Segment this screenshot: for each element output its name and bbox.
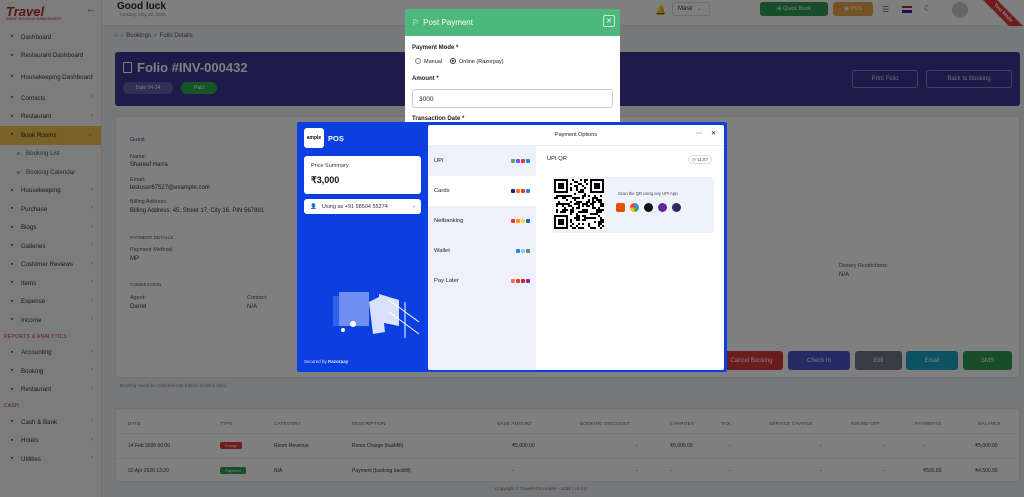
price-amount: ₹3,000 [311,175,340,185]
wallet-logos-icon [516,249,530,253]
secured-by-label: Secured by [304,359,327,364]
close-icon[interactable]: ✕ [711,130,716,137]
qr-timer: ◷ 11:57 [688,155,712,164]
upi-qr-title: UPI QR [547,156,567,162]
payment-options-panel: Payment Options ⋯ ✕ UPI Cards Netbanking… [428,125,724,370]
price-summary-card: Price Summary ₹3,000 [304,156,421,194]
method-upi[interactable]: UPI [428,146,536,176]
price-summary-label: Price Summary [311,163,349,169]
upi-qr-card: Scan the QR using any UPI App [552,177,714,233]
illustration-image [333,292,420,338]
razorpay-checkout: ample POS Price Summary ₹3,000 👤 Using as… [297,122,727,372]
chevron-right-icon: › [413,203,415,210]
payment-options-header: Payment Options ⋯ ✕ [428,125,724,146]
online-radio[interactable] [450,58,456,64]
close-icon[interactable]: ✕ [603,15,615,27]
amount-input[interactable]: 3000 [412,89,613,108]
post-payment-header: ⚐ Post Payment [405,9,620,36]
paytm-icon [672,203,681,212]
user-icon: 👤 [310,203,317,210]
card-logos-icon [511,189,530,193]
upi-logos-icon [511,159,530,163]
scan-instruction: Scan the QR using any UPI App [618,191,678,196]
merchant-name: POS [328,134,344,143]
timer-icon: ◷ [691,157,696,162]
gpay-icon [630,203,639,212]
amazon-pay-icon [644,203,653,212]
manual-radio-label: Manual [424,59,443,65]
manual-radio[interactable] [415,58,421,64]
using-as-label: Using as +91 98504 55274 [321,203,388,210]
merchant-logo: ample [304,128,324,148]
using-as-button[interactable]: 👤 Using as +91 98504 55274 › [304,199,421,214]
payment-method-list: UPI Cards Netbanking Wallet Pay Later [428,146,536,370]
payment-mode-label: Payment Mode * [412,45,459,51]
method-wallet[interactable]: Wallet [428,236,536,266]
payment-icon: ⚐ [412,18,420,27]
qr-code-image[interactable] [554,179,604,229]
method-upi-label: UPI [434,158,444,164]
method-cards-label: Cards [434,188,450,194]
online-radio-label: Online (Razorpay) [459,59,504,65]
method-netbanking-label: Netbanking [434,218,464,224]
bhim-icon [616,203,625,212]
payment-options-title: Payment Options [554,132,598,138]
paylater-logos-icon [511,279,530,283]
more-icon[interactable]: ⋯ [696,130,702,137]
amount-label: Amount * [412,76,439,82]
upi-apps [616,203,686,212]
timer-value: 11:57 [697,157,709,162]
secured-by: Secured by Razorpay [304,359,348,364]
method-pay-later-label: Pay Later [434,278,459,284]
phonepe-icon [658,203,667,212]
amount-value: 3000 [419,96,434,103]
method-wallet-label: Wallet [434,248,450,254]
bank-logos-icon [511,219,530,223]
post-payment-title: Post Payment [423,18,473,27]
razorpay-brand: Razorpay [328,359,349,364]
checkout-left-panel: ample POS Price Summary ₹3,000 👤 Using as… [297,122,428,372]
method-netbanking[interactable]: Netbanking [428,206,536,236]
method-cards[interactable]: Cards [428,176,536,206]
method-pay-later[interactable]: Pay Later [428,266,536,296]
